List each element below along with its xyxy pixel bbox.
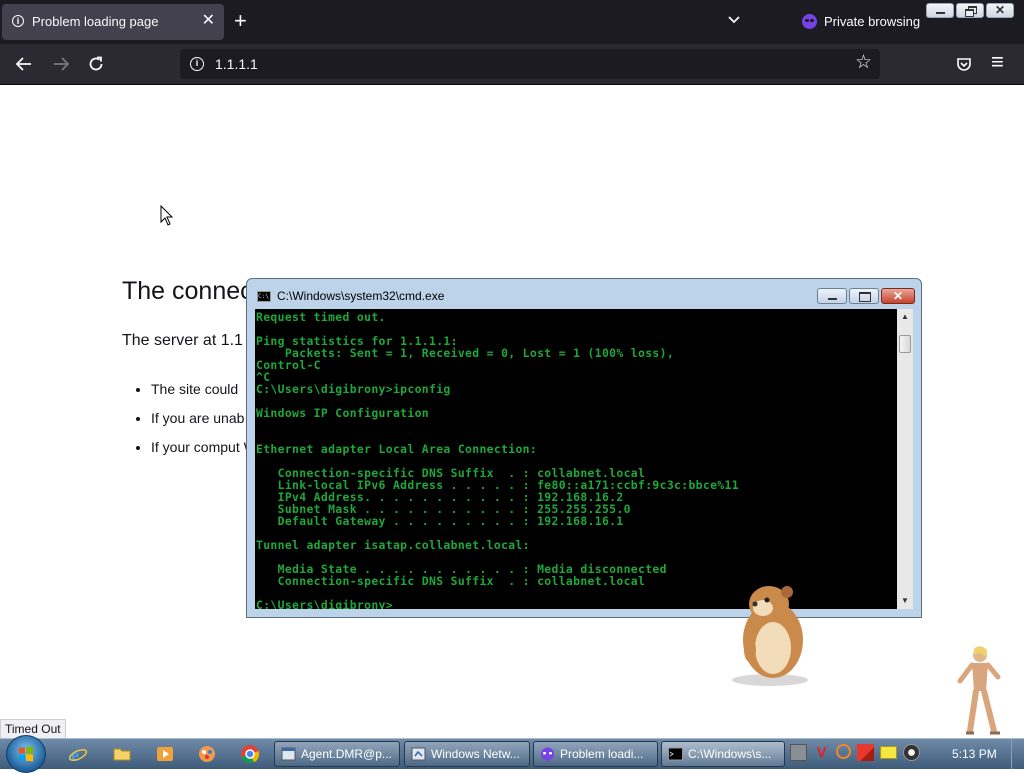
mouse-cursor-icon xyxy=(160,205,174,226)
forward-arrow-icon[interactable] xyxy=(52,56,70,72)
menu-icon[interactable]: ≡ xyxy=(991,51,1004,73)
media-player-icon[interactable] xyxy=(155,744,175,764)
info-icon: i xyxy=(12,15,24,27)
error-title: The connec xyxy=(122,277,253,305)
url-text[interactable]: 1.1.1.1 xyxy=(215,56,258,72)
tray-volume-icon[interactable] xyxy=(903,744,920,761)
taskbar: e Agent.DMR@p... Windows Netw... Problem… xyxy=(0,735,1024,773)
url-bar[interactable]: i 1.1.1.1 ☆ xyxy=(180,49,880,79)
hamster-character-icon xyxy=(732,586,808,686)
tab-bar: i Problem loading page ✕ + Private brows… xyxy=(0,0,1024,44)
taskbar-window-label: Agent.DMR@p... xyxy=(301,747,392,761)
cmd-icon: C:\ xyxy=(257,291,271,302)
show-desktop-button[interactable] xyxy=(1011,739,1024,769)
minimize-button[interactable] xyxy=(926,3,954,18)
tray-flag-icon[interactable] xyxy=(857,744,874,761)
cmd-window[interactable]: C:\ C:\Windows\system32\cmd.exe ✕ Reques… xyxy=(246,278,922,618)
reload-icon[interactable] xyxy=(88,56,104,72)
close-tab-icon[interactable]: ✕ xyxy=(202,12,215,30)
window-icon xyxy=(281,747,296,761)
scroll-down-icon[interactable]: ▼ xyxy=(897,593,913,609)
private-browsing-indicator: Private browsing xyxy=(802,14,920,29)
tab-title: Problem loading page xyxy=(32,14,159,29)
taskbar-window-agent[interactable]: Agent.DMR@p... xyxy=(274,741,400,767)
taskbar-window-label: C:\Windows\s... xyxy=(688,747,772,761)
taskbar-window-label: Windows Netw... xyxy=(431,747,520,761)
network-icon xyxy=(411,747,426,761)
scroll-thumb[interactable] xyxy=(899,335,911,353)
taskbar-window-label: Problem loadi... xyxy=(560,747,644,761)
file-explorer-icon[interactable] xyxy=(112,744,132,764)
taskbar-window-firefox[interactable]: Problem loadi... xyxy=(533,741,658,767)
firefox-private-icon xyxy=(541,747,554,761)
cmd-title: C:\Windows\system32\cmd.exe xyxy=(277,289,445,303)
dancing-figure-icon xyxy=(957,646,1001,735)
tray-v-icon[interactable]: V xyxy=(813,744,830,761)
restore-button[interactable] xyxy=(956,3,984,18)
close-window-button[interactable]: ✕ xyxy=(986,3,1014,18)
tab-problem-loading[interactable]: i Problem loading page ✕ xyxy=(2,4,224,40)
internet-explorer-icon[interactable]: e xyxy=(68,744,88,764)
error-description: The server at 1.1 xyxy=(122,332,243,349)
cmd-close-button[interactable]: ✕ xyxy=(881,288,915,304)
paint-icon[interactable] xyxy=(197,744,217,764)
taskbar-window-cmd[interactable]: C:\Windows\s... xyxy=(661,741,785,767)
tray-app-icon[interactable] xyxy=(790,744,807,761)
cmd-minimize-button[interactable] xyxy=(817,288,847,304)
cmd-maximize-button[interactable] xyxy=(849,288,879,304)
chrome-icon[interactable] xyxy=(240,744,260,764)
private-mask-icon xyxy=(802,14,817,29)
site-info-icon[interactable]: i xyxy=(190,57,204,71)
taskbar-window-network[interactable]: Windows Netw... xyxy=(404,741,530,767)
nav-bar: i 1.1.1.1 ☆ ≡ xyxy=(0,44,1024,85)
console-text: Request timed out. Ping statistics for 1… xyxy=(256,310,739,609)
pocket-icon[interactable] xyxy=(956,56,972,72)
window-controls: ✕ xyxy=(926,3,1014,18)
private-browsing-label: Private browsing xyxy=(824,14,921,29)
cmd-icon xyxy=(668,747,683,761)
start-button[interactable] xyxy=(6,735,46,773)
cmd-window-controls: ✕ xyxy=(817,288,915,304)
cmd-titlebar[interactable]: C:\ C:\Windows\system32\cmd.exe ✕ xyxy=(247,279,921,309)
scroll-up-icon[interactable]: ▲ xyxy=(897,309,913,325)
windows-logo-icon xyxy=(19,746,33,762)
back-arrow-icon[interactable] xyxy=(15,56,33,72)
console-output[interactable]: Request timed out. Ping statistics for 1… xyxy=(255,309,897,609)
chevron-down-icon[interactable] xyxy=(726,12,742,28)
console-scrollbar[interactable]: ▲ ▼ xyxy=(897,309,913,609)
bookmark-star-icon[interactable]: ☆ xyxy=(855,52,872,74)
new-tab-button[interactable]: + xyxy=(234,9,247,33)
tray-search-icon[interactable] xyxy=(836,744,851,759)
taskbar-clock[interactable]: 5:13 PM xyxy=(952,747,997,761)
tray-note-icon[interactable] xyxy=(880,746,897,759)
system-tray: V xyxy=(790,744,920,761)
